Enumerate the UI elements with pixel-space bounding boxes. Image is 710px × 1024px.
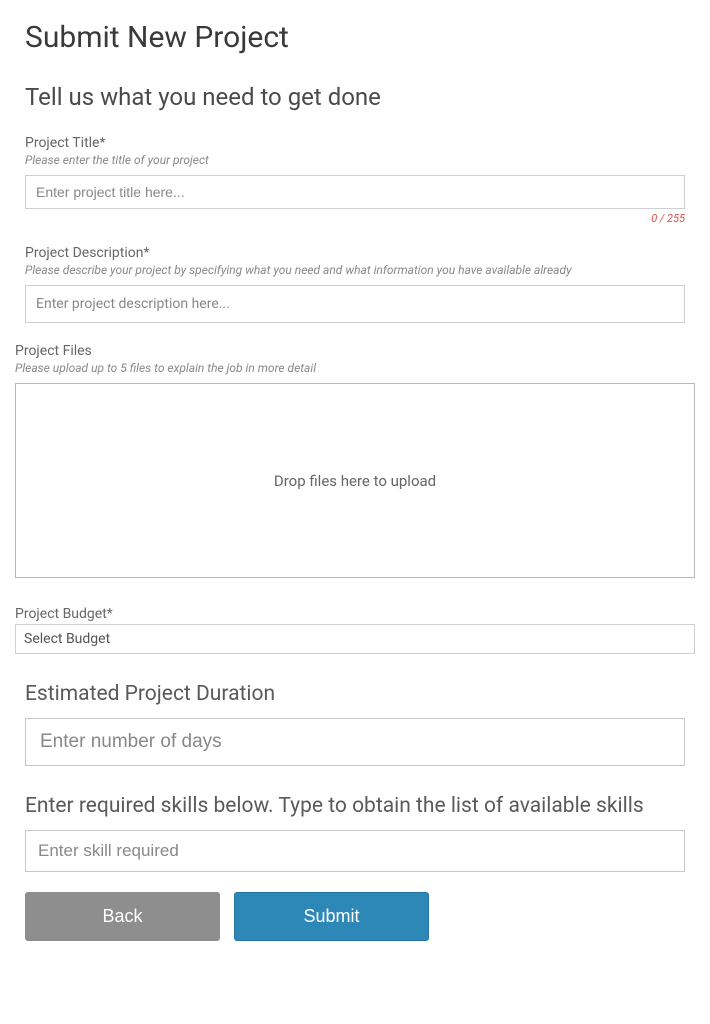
project-description-group: Project Description* Please describe you… [25, 245, 685, 323]
project-title-label: Project Title* [25, 135, 685, 151]
duration-group: Estimated Project Duration [25, 682, 685, 766]
skills-input[interactable] [25, 830, 685, 872]
button-row: Back Submit [25, 892, 685, 941]
project-title-input[interactable] [25, 175, 685, 209]
project-title-hint: Please enter the title of your project [25, 153, 685, 167]
project-budget-select[interactable]: Select Budget [15, 624, 695, 654]
skills-label: Enter required skills below. Type to obt… [25, 794, 685, 818]
project-description-label: Project Description* [25, 245, 685, 261]
page-subtitle: Tell us what you need to get done [25, 83, 685, 111]
duration-input[interactable] [25, 718, 685, 766]
skills-group: Enter required skills below. Type to obt… [25, 794, 685, 872]
project-title-counter: 0 / 255 [25, 212, 685, 225]
file-dropzone[interactable]: Drop files here to upload [15, 383, 695, 578]
dropzone-text: Drop files here to upload [274, 472, 436, 490]
project-description-hint: Please describe your project by specifyi… [25, 263, 685, 277]
project-files-group: Project Files Please upload up to 5 file… [15, 343, 695, 578]
duration-label: Estimated Project Duration [25, 682, 685, 706]
project-budget-group: Project Budget* Select Budget [15, 606, 695, 654]
project-budget-label: Project Budget* [15, 606, 695, 622]
project-files-label: Project Files [15, 343, 695, 359]
project-description-input[interactable] [25, 285, 685, 323]
project-title-group: Project Title* Please enter the title of… [25, 135, 685, 225]
page-title: Submit New Project [25, 20, 685, 55]
back-button[interactable]: Back [25, 892, 220, 941]
project-files-hint: Please upload up to 5 files to explain t… [15, 361, 695, 375]
submit-button[interactable]: Submit [234, 892, 429, 941]
